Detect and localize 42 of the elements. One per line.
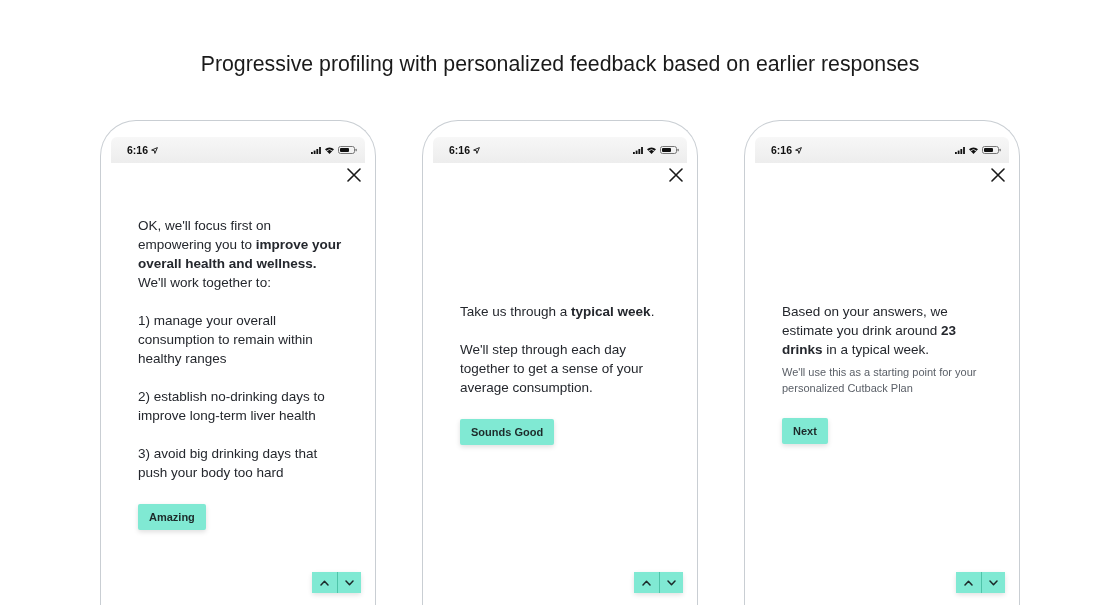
action-button[interactable]: Amazing [138, 504, 206, 530]
body-text: 2) establish no-drinking days to improve long-term liver health [138, 388, 326, 425]
note-text: We'll use this as a starting point for your personalized Cutback Plan [782, 365, 978, 396]
up-button[interactable] [312, 572, 337, 593]
body-text: Based on your answers, we estimate you drink around 23 drinks in a typical week. [782, 303, 958, 359]
body-text: 1) manage your overall consumption to remain within healthy ranges [138, 312, 314, 368]
wifi-icon [969, 146, 978, 154]
chevron-down-icon [988, 579, 998, 586]
chevron-up-icon [641, 579, 651, 586]
close-icon[interactable] [347, 168, 361, 182]
down-button[interactable] [658, 572, 683, 593]
battery-icon [338, 146, 357, 154]
up-button[interactable] [634, 572, 659, 593]
battery-icon [982, 146, 1001, 154]
location-arrow-icon [151, 146, 158, 154]
body-text: OK, we'll focus first on empowering you to improve your overall health and wellness. We'll work together to: [138, 217, 343, 292]
wifi-icon [325, 146, 334, 154]
chevron-down-icon [344, 579, 354, 586]
body-text: We'll step through each day together to get a sense of your average consumption. [460, 340, 645, 397]
status-time: 6:16 [127, 144, 148, 156]
signal-icon [311, 146, 321, 154]
signal-icon [633, 146, 643, 154]
down-button[interactable] [336, 572, 361, 593]
action-button[interactable]: Sounds Good [460, 418, 555, 445]
battery-icon [660, 146, 679, 154]
status-time: 6:16 [449, 144, 470, 156]
page-title: Progressive profiling with personalized feedback based on earlier responses [199, 51, 921, 78]
signal-icon [955, 146, 965, 154]
location-arrow-icon [473, 146, 480, 154]
close-icon[interactable] [669, 168, 683, 182]
body-text: Take us through a typical week. [460, 302, 656, 321]
status-time: 6:16 [771, 144, 792, 156]
chevron-down-icon [666, 579, 676, 586]
wifi-icon [647, 146, 656, 154]
chevron-up-icon [963, 579, 973, 586]
action-button[interactable]: Next [782, 418, 828, 444]
up-button[interactable] [956, 572, 981, 593]
location-arrow-icon [795, 146, 802, 154]
chevron-up-icon [319, 579, 329, 586]
close-icon[interactable] [991, 168, 1005, 182]
body-text: 3) avoid big drinking days that push your body too hard [138, 445, 319, 482]
down-button[interactable] [980, 572, 1005, 593]
